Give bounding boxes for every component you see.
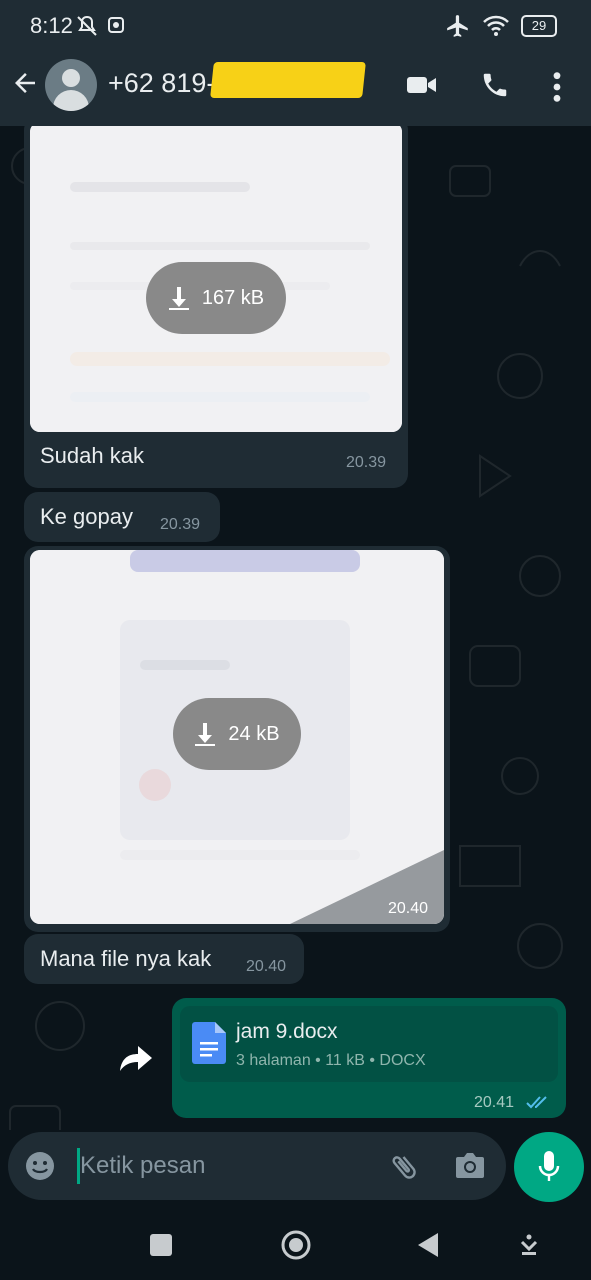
download-button[interactable]: 167 kB (146, 262, 286, 334)
app-notification-icon (108, 17, 124, 33)
contact-name[interactable]: +62 819- (108, 68, 215, 99)
document-attachment[interactable]: jam 9.docx 3 halaman • 11 kB • DOCX (180, 1006, 558, 1082)
microphone-icon (538, 1151, 560, 1181)
document-file-icon (192, 1022, 226, 1064)
airplane-mode-icon (447, 15, 468, 37)
download-arrow-icon (195, 723, 216, 746)
mute-notifications-icon (77, 15, 97, 36)
attach-icon[interactable] (388, 1150, 420, 1184)
incoming-image-message[interactable]: 167 kB Sudah kak 20.39 (24, 126, 408, 488)
redaction-mark (210, 62, 366, 98)
document-name: jam 9.docx (236, 1020, 338, 1043)
voice-record-button[interactable] (514, 1132, 584, 1202)
camera-icon[interactable] (454, 1150, 486, 1180)
message-text: Ke gopay (40, 504, 133, 529)
video-call-icon[interactable] (405, 70, 439, 100)
message-timestamp: 20.39 (346, 454, 387, 471)
document-meta: 3 halaman • 11 kB • DOCX (236, 1052, 426, 1069)
status-right-icons: 29 (445, 13, 557, 39)
status-time: 8:12 (30, 13, 73, 38)
message-timestamp: 20.40 (388, 900, 429, 917)
outgoing-document-message[interactable]: jam 9.docx 3 halaman • 11 kB • DOCX 20.4… (172, 998, 566, 1118)
back-arrow-icon[interactable] (10, 68, 40, 98)
recents-button[interactable] (150, 1234, 172, 1256)
home-button-icon[interactable] (280, 1229, 312, 1261)
hide-navbar-icon[interactable] (518, 1234, 540, 1256)
message-timestamp: 20.40 (246, 958, 287, 975)
read-receipt-icon (526, 1096, 547, 1109)
download-button[interactable]: 24 kB (173, 698, 301, 770)
download-size: 24 kB (228, 722, 280, 745)
message-text: Mana file nya kak (40, 946, 212, 971)
back-triangle-icon[interactable] (416, 1232, 440, 1258)
status-left-icons (75, 14, 125, 38)
message-caption: Sudah kak (40, 443, 144, 468)
incoming-image-message[interactable]: 24 kB 20.40 (24, 546, 450, 932)
message-list[interactable]: 167 kB Sudah kak 20.39 Ke gopay 20.39 24… (0, 126, 591, 1130)
message-input[interactable]: Ketik pesan (80, 1152, 205, 1180)
incoming-text-message[interactable]: Ke gopay 20.39 (24, 492, 220, 542)
more-options-icon[interactable] (548, 70, 566, 104)
download-size: 167 kB (201, 286, 265, 309)
system-navigation-bar (0, 1208, 591, 1280)
wifi-icon (483, 15, 509, 36)
chat-header: +62 819- (0, 54, 591, 126)
status-bar: 8:12 29 (0, 0, 591, 54)
contact-avatar[interactable] (45, 59, 97, 111)
voice-call-icon[interactable] (480, 70, 510, 100)
incoming-text-message[interactable]: Mana file nya kak 20.40 (24, 934, 304, 984)
emoji-icon[interactable] (24, 1150, 56, 1182)
message-timestamp: 20.39 (160, 516, 201, 533)
forward-icon[interactable] (118, 1044, 154, 1074)
battery-indicator: 29 (521, 15, 557, 37)
download-arrow-icon (168, 287, 189, 310)
message-composer: Ketik pesan (8, 1132, 506, 1200)
message-timestamp: 20.41 (474, 1094, 515, 1111)
